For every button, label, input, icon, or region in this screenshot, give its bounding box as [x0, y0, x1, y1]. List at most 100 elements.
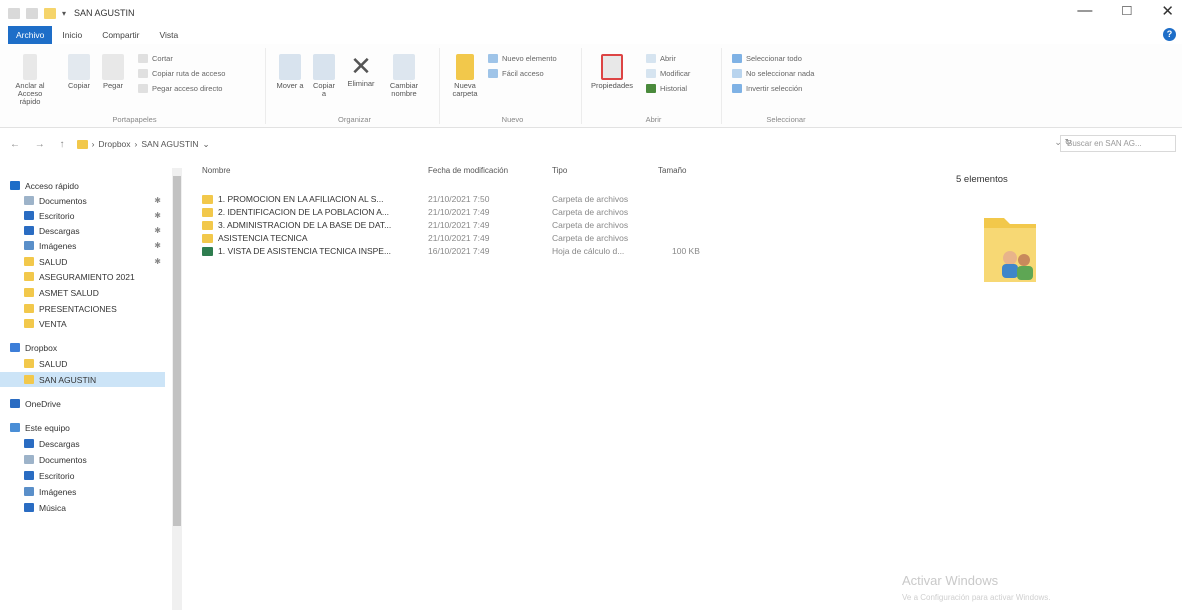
select-all-button[interactable]: Seleccionar todo: [732, 54, 802, 63]
tab-compartir[interactable]: Compartir: [92, 26, 149, 44]
easy-access-button[interactable]: Fácil acceso: [488, 69, 544, 78]
sidebar-item[interactable]: Música: [0, 500, 165, 515]
navigation-buttons[interactable]: ← → ↑: [10, 139, 71, 150]
sidebar-item[interactable]: SALUD: [0, 356, 165, 371]
properties-button[interactable]: Propiedades: [591, 54, 633, 90]
breadcrumb-sep-icon: ›: [91, 139, 95, 149]
new-folder-icon[interactable]: [44, 7, 56, 19]
tab-vista[interactable]: Vista: [150, 26, 189, 44]
file-row[interactable]: ASISTENCIA TECNICA 21/10/2021 7:49 Carpeta…: [196, 233, 716, 246]
file-row[interactable]: 1. VISTA DE ASISTENCIA TECNICA INSPE... 1…: [196, 246, 716, 259]
invert-selection-button[interactable]: Invertir selección: [732, 84, 802, 93]
open-label: Abrir: [660, 54, 676, 63]
column-header-type[interactable]: Tipo: [552, 166, 567, 182]
desktop-icon: [24, 471, 34, 480]
delete-button[interactable]: ✕ Eliminar: [344, 52, 378, 88]
sidebar-item[interactable]: Documentos: [0, 452, 165, 467]
file-row[interactable]: 1. PROMOCION EN LA AFILIACION AL S... 21/…: [196, 194, 716, 207]
new-group-label: Nuevo: [501, 115, 524, 124]
sidebar-item[interactable]: PRESENTACIONES: [0, 301, 165, 316]
computer-icon: [10, 423, 20, 432]
copy-path-button[interactable]: Copiar ruta de acceso: [138, 69, 225, 78]
address-bar: ← → ↑ › Dropbox › SAN AGUSTIN ⌄ ⌄ ↻ Busc…: [0, 134, 1182, 154]
dropbox-icon: [10, 343, 20, 352]
file-name: 2. IDENTIFICACION DE LA POBLACION A...: [218, 207, 389, 217]
minimize-button[interactable]: —: [1077, 2, 1092, 20]
pictures-icon: [24, 487, 34, 496]
sidebar-item[interactable]: SAN AGUSTIN: [0, 372, 165, 387]
file-date: 21/10/2021 7:50: [428, 194, 490, 204]
select-none-button[interactable]: No seleccionar nada: [732, 69, 814, 78]
sidebar-item[interactable]: Imágenes ✱: [0, 238, 165, 253]
new-folder-button[interactable]: Nueva carpeta: [448, 54, 482, 98]
download-icon: [24, 439, 34, 448]
breadcrumb-san-agustin[interactable]: SAN AGUSTIN: [141, 139, 198, 149]
tab-inicio[interactable]: Inicio: [52, 26, 92, 44]
sidebar-item[interactable]: SALUD ✱: [0, 254, 165, 269]
sidebar-item[interactable]: Dropbox: [0, 340, 165, 355]
new-item-button[interactable]: Nuevo elemento: [488, 54, 557, 63]
move-to-button[interactable]: Mover a: [276, 54, 304, 90]
folder-icon: [24, 272, 34, 281]
sidebar-item-label: Documentos: [39, 195, 87, 206]
breadcrumb-dropbox[interactable]: Dropbox: [98, 139, 130, 149]
history-button[interactable]: Historial: [646, 84, 687, 93]
file-date: 21/10/2021 7:49: [428, 233, 490, 243]
sidebar-item[interactable]: Descargas ✱: [0, 223, 165, 238]
sidebar-item[interactable]: Escritorio: [0, 468, 165, 483]
sidebar-item[interactable]: VENTA: [0, 316, 165, 331]
sidebar-item[interactable]: OneDrive: [0, 396, 165, 411]
maximize-button[interactable]: □: [1122, 2, 1131, 20]
sidebar-item[interactable]: ASEGURAMIENTO 2021: [0, 269, 165, 284]
column-header-size[interactable]: Tamaño: [658, 166, 686, 182]
cut-button[interactable]: Cortar: [138, 54, 173, 63]
rename-button[interactable]: Cambiar nombre: [384, 54, 424, 98]
close-button[interactable]: ✕: [1161, 2, 1174, 20]
paste-label: Pegar: [102, 81, 123, 90]
invert-selection-icon: [732, 84, 742, 93]
star-icon: [10, 181, 20, 190]
search-input[interactable]: Buscar en SAN AG...: [1060, 135, 1176, 152]
activate-windows-title: Activar Windows: [902, 573, 999, 588]
sidebar-item[interactable]: Acceso rápido: [0, 178, 165, 193]
help-icon[interactable]: ?: [1163, 28, 1176, 41]
copy-button[interactable]: Copiar: [64, 54, 94, 90]
sidebar-item-label: Este equipo: [25, 422, 70, 433]
edit-button[interactable]: Modificar: [646, 69, 690, 78]
pin-quick-access-button[interactable]: Anclar al Acceso rápido: [10, 54, 50, 106]
organize-group-label: Organizar: [338, 115, 371, 124]
file-row[interactable]: 3. ADMINISTRACION DE LA BASE DE DAT... 21…: [196, 220, 716, 233]
paste-shortcut-button[interactable]: Pegar acceso directo: [138, 84, 222, 93]
copy-icon: [68, 54, 90, 80]
column-header-name[interactable]: Nombre: [202, 166, 230, 182]
properties-icon[interactable]: [26, 7, 38, 19]
tab-archivo[interactable]: Archivo: [8, 26, 53, 44]
shared-folder-icon: [984, 218, 1036, 282]
sidebar-item-label: OneDrive: [25, 398, 61, 409]
sidebar-item[interactable]: ASMET SALUD: [0, 285, 165, 300]
sidebar-item[interactable]: Imágenes: [0, 484, 165, 499]
easy-access-icon: [488, 69, 498, 78]
paste-shortcut-icon: [138, 84, 148, 93]
sidebar-item[interactable]: Este equipo: [0, 420, 165, 435]
sidebar-item-label: Descargas: [39, 225, 80, 236]
folder-icon: [24, 375, 34, 384]
pictures-icon: [24, 241, 34, 250]
sidebar-item-label: Documentos: [39, 454, 87, 465]
folder-icon: [24, 257, 34, 266]
file-date: 21/10/2021 7:49: [428, 207, 490, 217]
sidebar-scrollbar[interactable]: [172, 168, 182, 610]
pin-icon: ✱: [154, 257, 161, 266]
paste-button[interactable]: Pegar: [98, 54, 128, 90]
sidebar-item[interactable]: Escritorio ✱: [0, 208, 165, 223]
sidebar-item-label: SALUD: [39, 358, 68, 369]
chevron-down-icon[interactable]: ⌄: [203, 139, 210, 150]
file-row[interactable]: 2. IDENTIFICACION DE LA POBLACION A... 21…: [196, 207, 716, 220]
chevron-down-icon[interactable]: ▾: [62, 9, 66, 18]
scrollbar-thumb[interactable]: [173, 176, 181, 526]
open-button[interactable]: Abrir: [646, 54, 676, 63]
sidebar-item[interactable]: Documentos ✱: [0, 193, 165, 208]
copy-to-button[interactable]: Copiar a: [310, 54, 338, 98]
column-header-date[interactable]: Fecha de modificación: [428, 166, 508, 182]
sidebar-item[interactable]: Descargas: [0, 436, 165, 451]
